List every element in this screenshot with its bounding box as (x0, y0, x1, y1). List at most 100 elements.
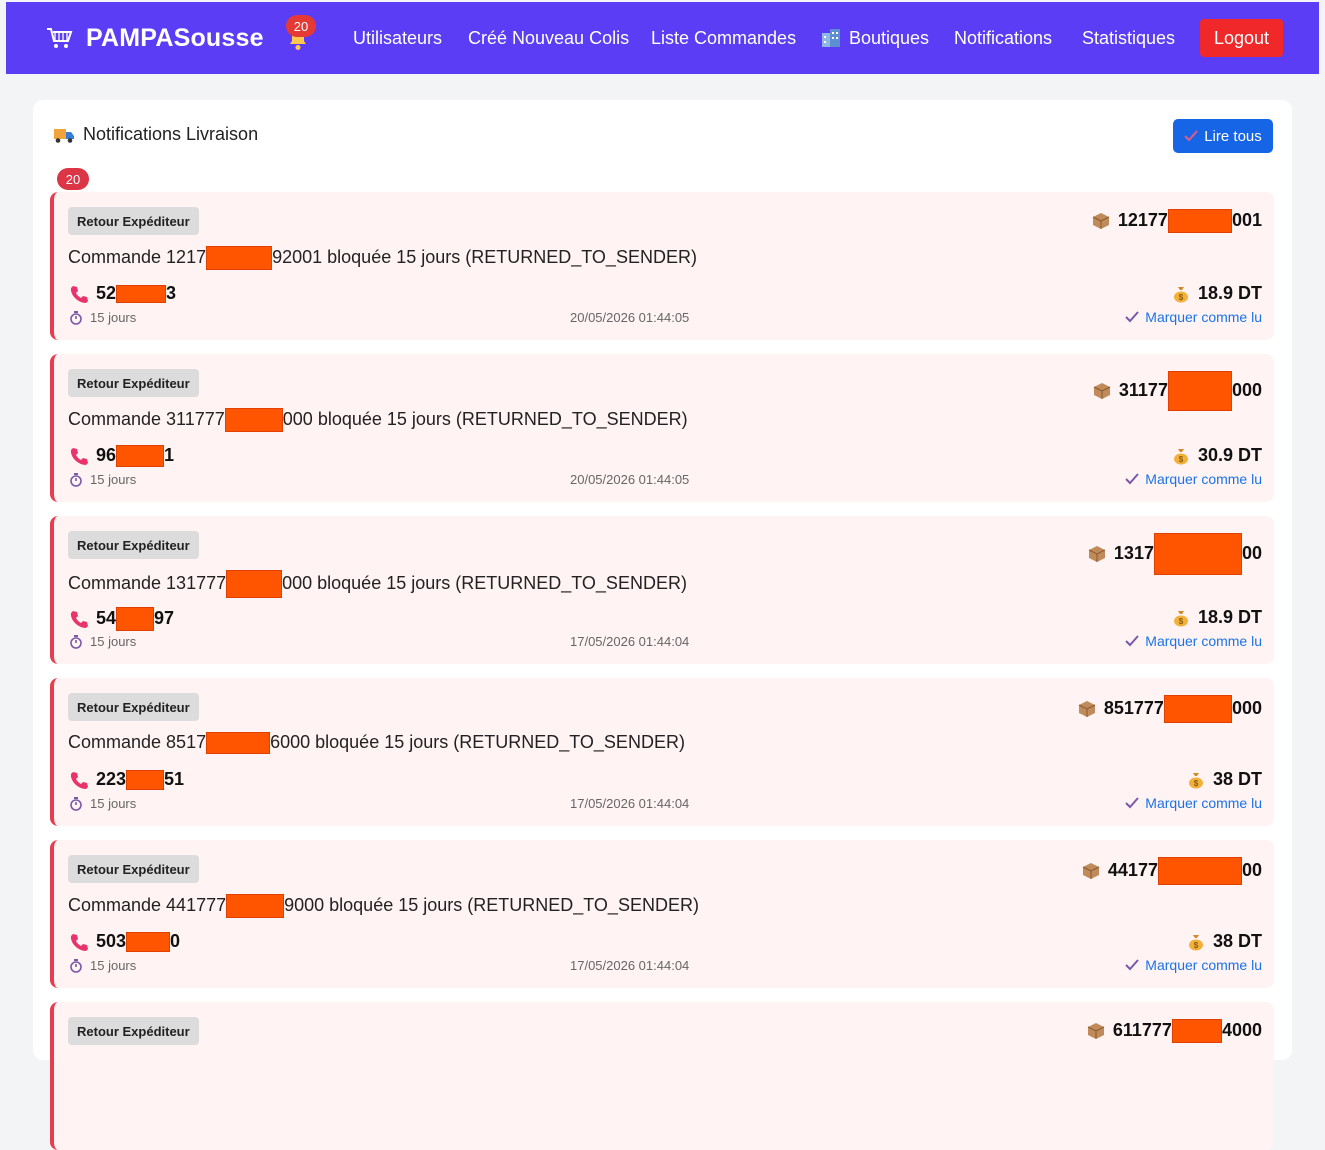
blocked-duration: 15 jours (70, 796, 136, 811)
ref-prefix: 12177 (1117, 209, 1168, 230)
phone-icon (70, 933, 88, 951)
status-tag: Retour Expéditeur (68, 369, 199, 397)
message-prefix: Commande 441777 (68, 894, 227, 915)
ref-prefix: 44177 (1107, 859, 1158, 880)
nav-users[interactable]: Utilisateurs (353, 2, 442, 74)
status-tag: Retour Expéditeur (68, 531, 199, 559)
status-tag: Retour Expéditeur (68, 207, 199, 235)
package-icon (1087, 1022, 1105, 1040)
money-bag-icon: $ (1187, 933, 1205, 951)
mark-as-read-label: Marquer comme lu (1145, 633, 1262, 649)
blocked-duration: 15 jours (70, 958, 136, 973)
mark-as-read-link[interactable]: Marquer comme lu (1125, 957, 1262, 973)
money-bag-icon: $ (1172, 609, 1190, 627)
svg-text:$: $ (1179, 617, 1184, 626)
notification-date: 17/05/2026 01:44:04 (570, 796, 690, 811)
ref-prefix: 1317 (1113, 542, 1154, 563)
mark-as-read-link[interactable]: Marquer comme lu (1125, 471, 1262, 487)
phone-prefix: 223 (96, 769, 127, 789)
parcel-price: $ 18.9 DT (1172, 283, 1262, 304)
svg-text:$: $ (1194, 941, 1199, 950)
brand[interactable]: PAMPASousse (46, 2, 264, 74)
ref-suffix: 001 (1231, 209, 1262, 230)
parcel-price: $ 38 DT (1187, 931, 1262, 952)
notification-card: Retour Expéditeur 611777 4000 (50, 1002, 1274, 1150)
phone-icon (70, 771, 88, 789)
message-suffix: 000 bloquée 15 jours (RETURNED_TO_SENDER… (282, 572, 687, 593)
mark-as-read-link[interactable]: Marquer comme lu (1125, 309, 1262, 325)
blocked-duration: 15 jours (70, 634, 136, 649)
parcel-reference: 1317 00 (1088, 533, 1262, 575)
customer-phone[interactable]: 503 0 (70, 931, 180, 953)
nav-statistics[interactable]: Statistiques (1082, 2, 1175, 74)
panel-title-text: Notifications Livraison (83, 124, 259, 144)
redaction-box (1171, 1019, 1222, 1043)
customer-phone[interactable]: 52 3 (70, 283, 176, 304)
stopwatch-icon (70, 796, 82, 811)
ref-suffix: 00 (1241, 859, 1262, 880)
phone-prefix: 52 (96, 283, 117, 303)
phone-prefix: 503 (96, 931, 127, 951)
redaction-box (224, 408, 283, 432)
ref-suffix: 000 (1231, 379, 1262, 400)
mark-as-read-label: Marquer comme lu (1145, 471, 1262, 487)
read-all-button[interactable]: Lire tous (1173, 119, 1273, 153)
stopwatch-icon (70, 634, 82, 649)
shopping-cart-icon (46, 26, 74, 50)
redaction-box (1167, 209, 1232, 233)
ref-suffix: 00 (1241, 542, 1262, 563)
redaction-box (1167, 371, 1232, 411)
top-navbar: PAMPASousse 20 Utilisateurs Créé Nouveau… (6, 2, 1319, 74)
package-icon (1092, 212, 1110, 230)
notification-date: 17/05/2026 01:44:04 (570, 958, 690, 973)
phone-icon (70, 285, 88, 303)
price-text: 18.9 DT (1197, 607, 1262, 627)
status-tag: Retour Expéditeur (68, 1017, 199, 1045)
parcel-price: $ 38 DT (1187, 769, 1262, 790)
money-bag-icon: $ (1187, 771, 1205, 789)
notification-date: 20/05/2026 01:44:05 (570, 310, 690, 325)
phone-icon (70, 610, 88, 628)
redaction-box (206, 246, 273, 270)
notification-date: 17/05/2026 01:44:04 (570, 634, 690, 649)
redaction-box (1153, 533, 1242, 575)
mark-as-read-link[interactable]: Marquer comme lu (1125, 795, 1262, 811)
phone-icon (70, 447, 88, 466)
package-icon (1093, 382, 1111, 400)
customer-phone[interactable]: 96 1 (70, 445, 174, 468)
logout-button[interactable]: Logout (1200, 19, 1283, 57)
money-bag-icon: $ (1172, 447, 1190, 465)
stopwatch-icon (70, 310, 82, 325)
customer-phone[interactable]: 54 97 (70, 607, 174, 631)
svg-text:$: $ (1179, 455, 1184, 464)
message-prefix: Commande 311777 (68, 408, 225, 429)
nav-shops-label: Boutiques (849, 27, 930, 48)
redaction-box (226, 894, 285, 918)
ref-prefix: 851777 (1103, 697, 1164, 718)
svg-text:$: $ (1179, 293, 1184, 302)
mark-as-read-label: Marquer comme lu (1145, 309, 1262, 325)
nav-shops[interactable]: Boutiques (821, 2, 929, 74)
notification-card: Retour Expéditeur Commande 311777 000 blo… (50, 354, 1274, 502)
parcel-reference: 611777 4000 (1087, 1019, 1262, 1043)
blocked-duration: 15 jours (70, 310, 136, 325)
package-icon (1078, 700, 1096, 718)
delivery-truck-icon (53, 126, 75, 144)
check-icon (1184, 130, 1198, 142)
redaction-box (1163, 695, 1232, 723)
notification-total-badge: 20 (57, 168, 89, 190)
notification-card: Retour Expéditeur Commande 131777 000 blo… (50, 516, 1274, 664)
stopwatch-icon (70, 958, 82, 973)
redaction-box (126, 932, 171, 953)
nav-new-parcel[interactable]: Créé Nouveau Colis (468, 2, 629, 74)
mark-as-read-link[interactable]: Marquer comme lu (1125, 633, 1262, 649)
nav-notifications[interactable]: Notifications (954, 2, 1052, 74)
delay-text: 15 jours (90, 310, 137, 325)
notification-message: Commande 441777 9000 bloquée 15 jours (RE… (68, 894, 699, 918)
phone-prefix: 96 (96, 445, 117, 465)
notification-date: 20/05/2026 01:44:05 (570, 472, 690, 487)
customer-phone[interactable]: 223 51 (70, 769, 184, 791)
nav-orders[interactable]: Liste Commandes (651, 2, 796, 74)
package-icon (1088, 545, 1106, 563)
price-text: 38 DT (1212, 931, 1262, 951)
